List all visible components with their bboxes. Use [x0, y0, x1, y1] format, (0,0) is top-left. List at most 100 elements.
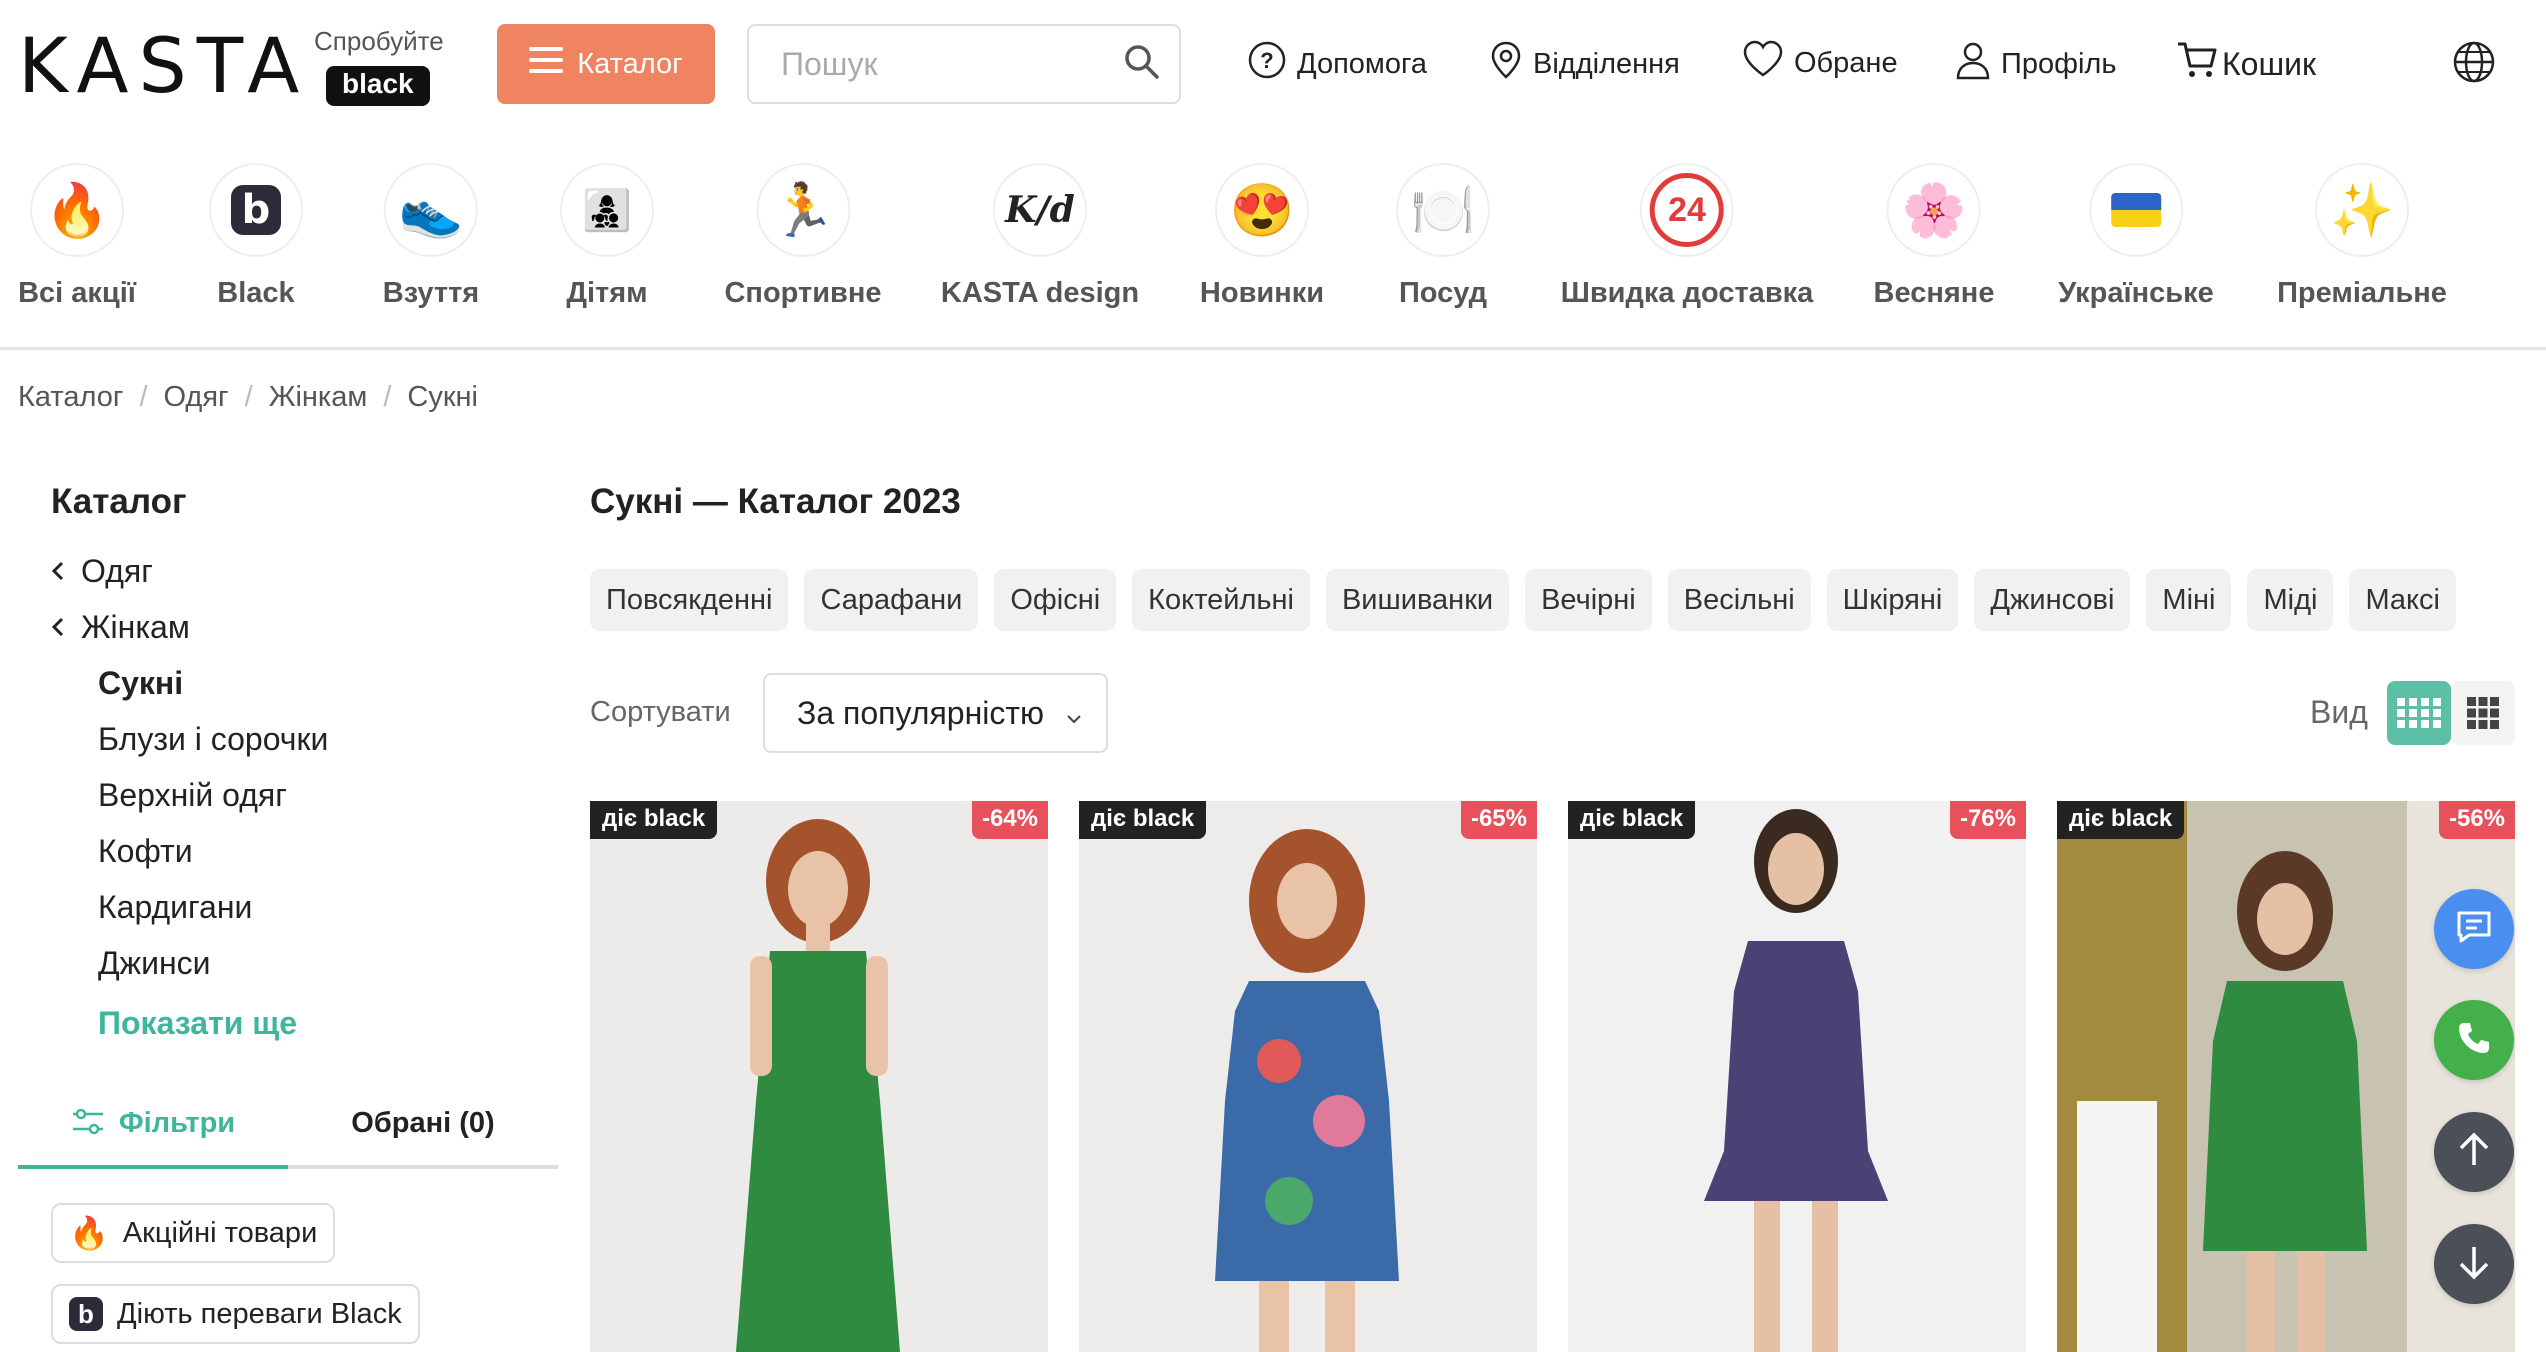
sidebar-back-women[interactable]: Жінкам	[51, 609, 190, 646]
sidebar-back-clothing[interactable]: Одяг	[51, 553, 153, 590]
filter-chip-black[interactable]: b Діють переваги Black	[51, 1284, 420, 1344]
breadcrumb-item[interactable]: Каталог	[18, 381, 123, 414]
filter-chip-promo[interactable]: 🔥 Акційні товари	[51, 1203, 336, 1263]
category-fast-delivery[interactable]: 24 Швидка доставка	[1561, 163, 1813, 310]
family-icon: 👩‍👧‍👦	[560, 163, 654, 257]
sidebar-item-jeans[interactable]: Джинси	[98, 945, 211, 982]
tag-mini[interactable]: Міні	[2146, 569, 2232, 631]
breadcrumb-item[interactable]: Жінкам	[269, 381, 368, 414]
tag-sundresses[interactable]: Сарафани	[804, 569, 979, 631]
scroll-up-button[interactable]	[2434, 1112, 2514, 1192]
category-kasta-design[interactable]: K/d KASTA design	[941, 163, 1139, 310]
category-label: Спортивне	[724, 277, 882, 309]
tag-embroidered[interactable]: Вишиванки	[1325, 569, 1510, 631]
catalog-button[interactable]: Каталог	[497, 24, 715, 104]
help-link[interactable]: ? Допомога	[1247, 40, 1427, 88]
discount-badge: -64%	[971, 801, 1048, 839]
tab-favorites[interactable]: Обрані (0)	[288, 1095, 558, 1169]
category-all-promos[interactable]: 🔥 Всі акції	[18, 163, 136, 310]
map-pin-icon	[1489, 40, 1523, 88]
black-badge: діє black	[2057, 801, 2185, 839]
tab-filters[interactable]: Фільтри	[18, 1095, 288, 1169]
category-ukrainian[interactable]: Українське	[2058, 163, 2214, 310]
svg-text:?: ?	[1260, 48, 1273, 73]
cart-label: Кошик	[2222, 45, 2316, 82]
category-sport[interactable]: 🏃 Спортивне	[724, 163, 882, 310]
black-b-icon: b	[69, 1297, 103, 1331]
tag-casual[interactable]: Повсякденні	[590, 569, 789, 631]
tag-office[interactable]: Офісні	[994, 569, 1117, 631]
profile-link[interactable]: Профіль	[1955, 40, 2116, 88]
product-card[interactable]: діє black -64%	[590, 801, 1048, 1352]
category-label: Взуття	[382, 277, 480, 309]
kasta-logo[interactable]: KASTA	[18, 28, 309, 104]
scroll-down-button[interactable]	[2434, 1224, 2514, 1304]
category-premium[interactable]: ✨ Преміальне	[2277, 163, 2447, 310]
breadcrumb-separator: /	[139, 381, 148, 413]
black-badge[interactable]: black	[326, 66, 430, 106]
heart-eyes-icon: 😍	[1214, 163, 1309, 257]
sidebar-title: Каталог	[51, 482, 187, 521]
search-box[interactable]	[747, 24, 1181, 104]
breadcrumb-item[interactable]: Одяг	[164, 381, 229, 414]
black-badge: діє black	[1568, 801, 1696, 839]
tag-wedding[interactable]: Весільні	[1667, 569, 1811, 631]
category-black[interactable]: b Black	[209, 163, 303, 310]
grid-4-icon[interactable]	[2387, 681, 2451, 745]
discount-badge: -76%	[1949, 801, 2026, 839]
globe-icon[interactable]	[2452, 40, 2496, 89]
tag-list: Повсякденні Сарафани Офісні Коктейльні В…	[590, 569, 2457, 631]
sidebar-item-sweaters[interactable]: Кофти	[98, 833, 193, 870]
branches-link[interactable]: Відділення	[1489, 40, 1680, 88]
branches-label: Відділення	[1533, 47, 1680, 80]
filter-chip-label: Акційні товари	[122, 1216, 318, 1249]
favorites-link[interactable]: Обране	[1742, 40, 1898, 86]
category-spring[interactable]: 🌸 Весняне	[1873, 163, 1995, 310]
try-black-text[interactable]: Спробуйте	[314, 26, 444, 57]
sidebar-item-blouses[interactable]: Блузи і сорочки	[98, 721, 328, 758]
breadcrumb-current: Сукні	[407, 381, 478, 413]
tag-leather[interactable]: Шкіряні	[1826, 569, 1959, 631]
filter-chip-label: Діють переваги Black	[117, 1297, 402, 1330]
header-divider	[0, 347, 2546, 350]
product-card[interactable]: діє black -65%	[1079, 801, 1537, 1352]
fire-icon: 🔥	[30, 163, 124, 257]
product-image	[1215, 829, 1399, 1352]
sidebar-item-cardigans[interactable]: Кардигани	[98, 889, 252, 926]
help-label: Допомога	[1297, 47, 1428, 80]
cart-link[interactable]: Кошик	[2176, 40, 2316, 88]
category-kids[interactable]: 👩‍👧‍👦 Дітям	[560, 163, 654, 310]
search-input[interactable]	[749, 44, 1123, 84]
grid-3-icon[interactable]	[2451, 681, 2515, 745]
runner-icon: 🏃	[755, 163, 850, 257]
tag-evening[interactable]: Вечірні	[1525, 569, 1652, 631]
category-shoes[interactable]: 👟 Взуття	[383, 163, 479, 310]
chat-button[interactable]	[2434, 889, 2514, 969]
discount-badge: -65%	[1460, 801, 1537, 839]
ukraine-flag-icon	[2088, 163, 2183, 257]
plate-icon: 🍽️	[1396, 163, 1490, 257]
phone-button[interactable]	[2434, 1000, 2514, 1080]
category-label: Весняне	[1873, 277, 1995, 309]
sort-select[interactable]: За популярністю	[763, 673, 1108, 753]
arrow-up-icon	[2457, 1132, 2491, 1173]
tag-cocktail[interactable]: Коктейльні	[1132, 569, 1310, 631]
sidebar-back-label: Жінкам	[81, 609, 190, 645]
category-dishes[interactable]: 🍽️ Посуд	[1396, 163, 1490, 310]
category-label: Преміальне	[2277, 277, 2447, 309]
sidebar-back-label: Одяг	[81, 553, 153, 589]
show-more-link[interactable]: Показати ще	[98, 1005, 297, 1042]
product-card[interactable]: діє black -76%	[1568, 801, 2026, 1352]
tab-filters-label: Фільтри	[118, 1107, 236, 1139]
sort-value: За популярністю	[797, 694, 1044, 731]
profile-label: Профіль	[2001, 47, 2117, 80]
category-new[interactable]: 😍 Новинки	[1200, 163, 1324, 310]
sidebar-item-dresses[interactable]: Сукні	[98, 665, 183, 702]
tag-midi[interactable]: Міді	[2247, 569, 2334, 631]
page-title: Сукні — Каталог 2023	[590, 482, 961, 521]
tag-denim[interactable]: Джинсові	[1974, 569, 2131, 631]
sidebar-item-outerwear[interactable]: Верхній одяг	[98, 777, 287, 814]
tag-maxi[interactable]: Максі	[2349, 569, 2457, 631]
search-icon[interactable]	[1123, 43, 1161, 86]
black-badge: діє black	[590, 801, 718, 839]
